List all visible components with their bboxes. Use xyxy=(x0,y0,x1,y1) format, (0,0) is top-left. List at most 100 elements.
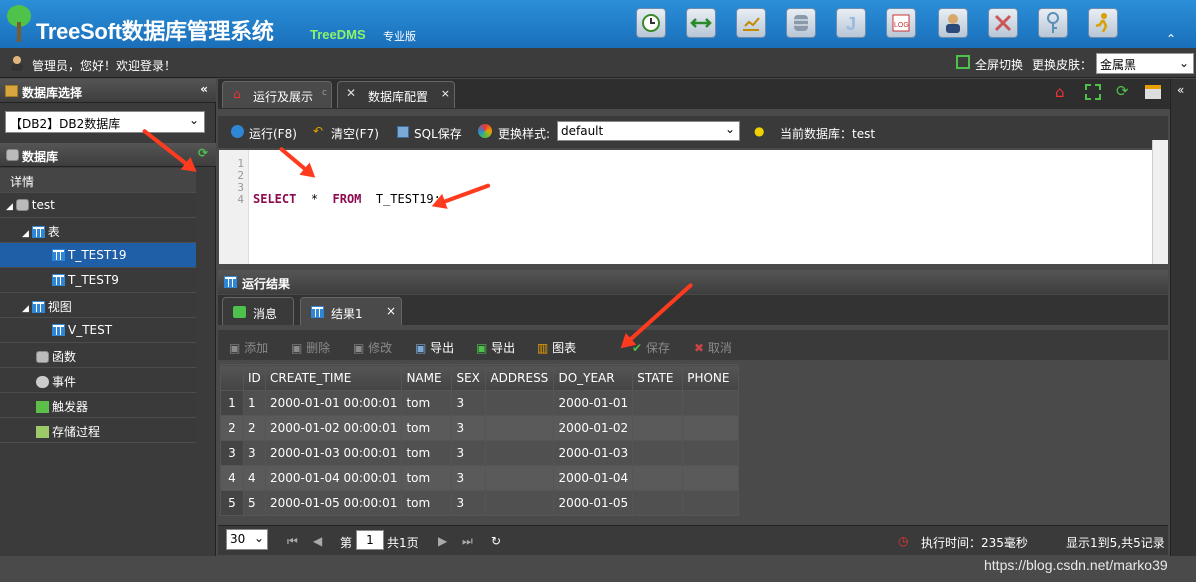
column-header[interactable]: DO_YEAR xyxy=(553,364,634,391)
table-cell[interactable]: 2000-01-02 xyxy=(553,415,634,441)
collapse-left-icon[interactable]: « xyxy=(200,82,208,96)
expand-icon[interactable]: ◢ xyxy=(22,304,32,314)
first-page-icon[interactable]: ⏮ xyxy=(287,534,298,549)
table-cell[interactable] xyxy=(485,490,555,516)
tree-item-functions[interactable]: 函数 xyxy=(0,343,196,368)
tab-config[interactable]: ✕ 数据库配置 × xyxy=(337,81,455,108)
editor-scrollbar[interactable] xyxy=(1152,140,1168,264)
table-cell[interactable]: tom xyxy=(401,390,453,416)
table-cell[interactable]: tom xyxy=(401,490,453,516)
fullscreen-icon[interactable] xyxy=(1085,84,1101,100)
column-header[interactable]: NAME xyxy=(401,364,453,391)
user-admin-icon[interactable] xyxy=(938,8,968,38)
table-cell[interactable]: 2000-01-04 xyxy=(553,465,634,491)
table-cell[interactable] xyxy=(485,415,555,441)
clock-icon[interactable] xyxy=(636,8,666,38)
edit-button[interactable]: ▣ 修改 xyxy=(353,339,392,356)
j-icon[interactable]: J xyxy=(836,8,866,38)
tree-item-test[interactable]: ◢ test xyxy=(0,193,196,218)
clear-button[interactable]: 清空(F7) xyxy=(331,125,379,142)
table-cell[interactable]: 2000-01-03 xyxy=(553,440,634,466)
table-row[interactable]: 5 5 2000-01-05 00:00:01 tom 3 2000-01-05 xyxy=(220,490,740,516)
expand-icon[interactable]: ◢ xyxy=(22,229,32,239)
table-cell[interactable] xyxy=(485,390,555,416)
table-row[interactable]: 1 1 2000-01-01 00:00:01 tom 3 2000-01-01 xyxy=(220,390,740,416)
fullscreen-toggle[interactable]: 全屏切换 xyxy=(975,56,1023,73)
close-icon[interactable]: × xyxy=(441,87,450,100)
table-cell[interactable] xyxy=(682,465,740,491)
tab-run[interactable]: ⌂ 运行及展示 c xyxy=(222,81,332,108)
table-cell[interactable] xyxy=(632,440,684,466)
table-cell[interactable]: tom xyxy=(401,465,453,491)
add-button[interactable]: ▣ 添加 xyxy=(229,339,268,356)
table-cell[interactable]: 1 xyxy=(243,390,266,416)
sql-text[interactable]: SELECT * FROM T_TEST19; xyxy=(253,192,441,206)
table-cell[interactable]: tom xyxy=(401,415,453,441)
tree-item-t-test19[interactable]: T_TEST19 xyxy=(0,243,196,268)
table-cell[interactable]: 2000-01-01 xyxy=(553,390,634,416)
refresh-icon[interactable]: ⟳ xyxy=(198,146,208,160)
table-cell[interactable] xyxy=(485,465,555,491)
collapse-up-icon[interactable]: ⌃ xyxy=(1166,32,1176,46)
table-cell[interactable] xyxy=(682,390,740,416)
page-size-select[interactable]: 30 ⌄ xyxy=(226,529,268,550)
swap-icon[interactable] xyxy=(686,8,716,38)
column-header[interactable]: ADDRESS xyxy=(485,364,555,391)
prev-page-icon[interactable]: ◀ xyxy=(313,534,322,548)
table-cell[interactable]: 3 xyxy=(243,440,266,466)
table-cell[interactable]: 3 xyxy=(451,465,487,491)
next-page-icon[interactable]: ▶ xyxy=(438,534,447,548)
table-cell[interactable]: 2000-01-01 00:00:01 xyxy=(264,390,403,416)
style-select[interactable]: default ⌄ xyxy=(557,121,740,141)
table-cell[interactable]: 2000-01-02 00:00:01 xyxy=(264,415,403,441)
last-page-icon[interactable]: ⏭ xyxy=(462,534,473,549)
tree-item-tables[interactable]: ◢ 表 xyxy=(0,218,196,243)
column-header[interactable]: STATE xyxy=(632,364,684,391)
run-icon[interactable] xyxy=(1088,8,1118,38)
delete-button[interactable]: ▣ 删除 xyxy=(291,339,330,356)
reload-icon[interactable]: ↻ xyxy=(491,534,501,548)
log-icon[interactable]: LOG xyxy=(886,8,916,38)
chart-button[interactable]: ▥ 图表 xyxy=(537,339,576,356)
tree-item-procedures[interactable]: 存储过程 xyxy=(0,418,196,443)
collapse-right-icon[interactable]: « xyxy=(1177,83,1184,97)
table-cell[interactable] xyxy=(632,465,684,491)
export-excel-button[interactable]: ▣ 导出 xyxy=(476,339,515,356)
home-icon[interactable]: ⌂ xyxy=(1055,83,1073,103)
table-cell[interactable]: 2000-01-03 00:00:01 xyxy=(264,440,403,466)
chart-icon[interactable] xyxy=(736,8,766,38)
table-row[interactable]: 4 4 2000-01-04 00:00:01 tom 3 2000-01-04 xyxy=(220,465,740,491)
close-icon[interactable]: × xyxy=(386,304,396,318)
database-icon[interactable] xyxy=(786,8,816,38)
table-cell[interactable] xyxy=(682,440,740,466)
sql-editor[interactable] xyxy=(219,150,1152,264)
save-button[interactable]: ✔ 保存 xyxy=(632,339,670,356)
table-cell[interactable] xyxy=(682,415,740,441)
table-cell[interactable] xyxy=(632,390,684,416)
save-sql-button[interactable]: SQL保存 xyxy=(414,125,462,142)
table-cell[interactable] xyxy=(632,490,684,516)
tools-icon[interactable] xyxy=(988,8,1018,38)
tab-message[interactable]: 消息 xyxy=(222,297,294,325)
fullscreen-icon[interactable] xyxy=(956,55,970,69)
tree-item-triggers[interactable]: 触发器 xyxy=(0,393,196,418)
tree-item-views[interactable]: ◢ 视图 xyxy=(0,293,196,318)
window-icon[interactable] xyxy=(1145,85,1161,99)
table-cell[interactable]: 5 xyxy=(243,490,266,516)
table-cell[interactable]: 2000-01-05 00:00:01 xyxy=(264,490,403,516)
key-icon[interactable] xyxy=(1038,8,1068,38)
table-cell[interactable]: 4 xyxy=(243,465,266,491)
cancel-button[interactable]: ✖ 取消 xyxy=(694,339,732,356)
tree-item-v-test[interactable]: V_TEST xyxy=(0,318,196,343)
table-row[interactable]: 2 2 2000-01-02 00:00:01 tom 3 2000-01-02 xyxy=(220,415,740,441)
table-cell[interactable]: 3 xyxy=(451,390,487,416)
refresh-icon[interactable]: ⟳ xyxy=(1116,82,1129,100)
table-cell[interactable] xyxy=(682,490,740,516)
column-header[interactable]: SEX xyxy=(451,364,487,391)
column-header[interactable]: CREATE_TIME xyxy=(264,364,403,391)
table-cell[interactable]: 3 xyxy=(451,440,487,466)
table-row[interactable]: 3 3 2000-01-03 00:00:01 tom 3 2000-01-03 xyxy=(220,440,740,466)
skin-select[interactable]: 金属黑 ⌄ xyxy=(1096,53,1194,74)
column-header[interactable]: PHONE xyxy=(682,364,740,391)
table-cell[interactable]: 3 xyxy=(451,415,487,441)
